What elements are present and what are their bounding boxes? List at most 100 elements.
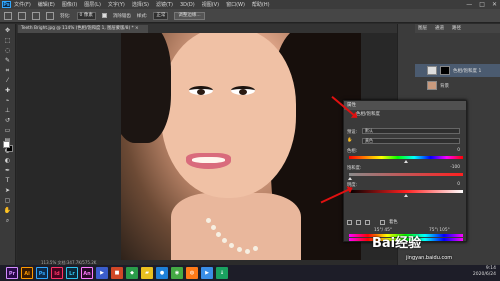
menu-filter[interactable]: 滤镜(T) (156, 1, 173, 8)
tools-panel: ✥ ⬚ ◌ ✎ ⌗ ⁄ ✚ ⌁ ⊥ ↺ ▭ ▤ ● ◐ ✒ T ➤ ▢ ✋ ⌕ (0, 24, 16, 265)
properties-panel: 属性 色相/饱和度 预设: 默认 ✋ 黄色 色相: 0 饱和度: -100 明度… (343, 100, 467, 242)
history-brush-icon[interactable]: ↺ (3, 117, 13, 124)
lasso-tool-icon[interactable]: ◌ (3, 47, 13, 54)
mask-thumbnail (440, 66, 450, 75)
shape-tool-icon[interactable]: ▢ (3, 197, 13, 204)
hue-slider-thumb[interactable] (404, 160, 408, 163)
new-selection-icon[interactable] (18, 11, 26, 20)
pearl (211, 225, 216, 230)
tab-paths[interactable]: 路径 (452, 24, 461, 33)
layers-panel-tabs: 图层 通道 路径 (415, 24, 500, 33)
media-player-icon[interactable]: ▶ (96, 267, 108, 279)
eyedropper-plus-icon[interactable] (356, 219, 361, 225)
quick-select-icon[interactable]: ✎ (3, 57, 13, 64)
taskbar: Pr Ai Ps Id Lr An ▶ ■ ◆ ▰ ● ◉ ◍ ▶ ↓ (0, 265, 500, 281)
illustrator-icon[interactable]: Ai (21, 267, 33, 279)
close-button[interactable]: ✕ (492, 1, 497, 8)
chat-app-icon[interactable]: ◆ (126, 267, 138, 279)
premiere-icon[interactable]: Pr (6, 267, 18, 279)
feather-label: 羽化: (60, 13, 71, 19)
menu-window[interactable]: 窗口(W) (226, 1, 245, 8)
path-select-icon[interactable]: ➤ (3, 187, 13, 194)
tab-layers[interactable]: 图层 (418, 24, 427, 33)
menu-file[interactable]: 文件(F) (14, 1, 31, 8)
document-tab[interactable]: Teeth Bright.jpg @ 114% (色相/饱和度 1, 图层蒙版/… (18, 25, 148, 33)
menu-type[interactable]: 文字(Y) (108, 1, 125, 8)
lightroom-icon[interactable]: Lr (66, 267, 78, 279)
hair-left (121, 33, 171, 143)
photoshop-icon[interactable]: Ps (36, 267, 48, 279)
marquee-tool-icon[interactable] (4, 11, 12, 20)
hue-slider-track[interactable] (349, 156, 463, 159)
eyedropper-icon[interactable] (347, 219, 352, 225)
lightness-slider-track[interactable] (349, 190, 463, 193)
channel-select[interactable]: 黄色 (362, 138, 460, 144)
preset-label: 预设: (347, 130, 358, 135)
add-selection-icon[interactable] (32, 11, 40, 20)
menu-help[interactable]: 帮助(H) (252, 1, 270, 8)
menu-layer[interactable]: 图层(L) (84, 1, 101, 8)
eyedropper-minus-icon[interactable] (365, 219, 370, 225)
antialias-checkbox[interactable] (101, 13, 107, 18)
system-clock[interactable]: 9:14 2020/6/24 (473, 266, 496, 278)
healing-brush-icon[interactable]: ✚ (3, 87, 13, 94)
colorize-checkbox[interactable] (380, 219, 385, 225)
lightness-slider-thumb[interactable] (404, 194, 408, 197)
menu-image[interactable]: 图像(I) (62, 1, 77, 8)
firefox-icon[interactable]: ◍ (186, 267, 198, 279)
subtract-selection-icon[interactable] (46, 11, 54, 20)
menu-bar: Ps 文件(F) 编辑(E) 图像(I) 图层(L) 文字(Y) 选择(S) 滤… (0, 0, 500, 9)
style-select[interactable]: 正常 (153, 11, 169, 20)
eyedropper-icon[interactable]: ⁄ (3, 77, 13, 84)
crop-tool-icon[interactable]: ⌗ (3, 67, 13, 74)
pearl (237, 247, 242, 252)
menu-view[interactable]: 视图(V) (202, 1, 219, 8)
lightness-value[interactable]: 0 (457, 182, 460, 187)
feather-field[interactable]: 0 像素 (76, 11, 96, 20)
saturation-value[interactable]: -100 (450, 165, 460, 170)
saturation-slider-track[interactable] (349, 173, 463, 176)
photo-canvas[interactable] (121, 33, 361, 260)
move-tool-icon[interactable]: ✥ (3, 27, 13, 34)
refine-edge-button[interactable]: 调整边缘... (174, 11, 205, 20)
document-tab-bar: Teeth Bright.jpg @ 114% (色相/饱和度 1, 图层蒙版/… (17, 24, 397, 33)
pen-tool-icon[interactable]: ✒ (3, 167, 13, 174)
minimize-button[interactable]: — (466, 1, 472, 8)
maximize-button[interactable]: □ (479, 1, 485, 8)
file-explorer-icon[interactable]: ▰ (141, 267, 153, 279)
marquee-tool-icon[interactable]: ⬚ (3, 37, 13, 44)
preset-select[interactable]: 默认 (362, 128, 460, 134)
animate-icon[interactable]: An (81, 267, 93, 279)
presentation-app-icon[interactable]: ■ (111, 267, 123, 279)
brush-tool-icon[interactable]: ⌁ (3, 97, 13, 104)
baidu-watermark: Bai经验 (372, 236, 422, 251)
hue-value[interactable]: 0 (457, 148, 460, 153)
foreground-color-swatch[interactable] (3, 141, 10, 148)
adjustment-thumbnail (427, 66, 437, 75)
dodge-tool-icon[interactable]: ◐ (3, 157, 13, 164)
menu-select[interactable]: 选择(S) (132, 1, 149, 8)
menu-3d[interactable]: 3D(D) (180, 2, 195, 8)
chrome-icon[interactable]: ◉ (171, 267, 183, 279)
document-area (17, 33, 397, 260)
pearl (216, 232, 221, 237)
tab-channels[interactable]: 通道 (435, 24, 444, 33)
saturation-slider-thumb[interactable] (348, 177, 352, 180)
layer-row-background[interactable]: 背景 (415, 79, 500, 92)
browser-icon[interactable]: ● (156, 267, 168, 279)
clock-date: 2020/6/24 (472, 272, 496, 277)
stamp-tool-icon[interactable]: ⊥ (3, 107, 13, 114)
indesign-icon[interactable]: Id (51, 267, 63, 279)
layer-row-adjustment[interactable]: 色相/饱和度 1 (415, 64, 500, 77)
download-app-icon[interactable]: ↓ (216, 267, 228, 279)
eraser-tool-icon[interactable]: ▭ (3, 127, 13, 134)
type-tool-icon[interactable]: T (3, 177, 13, 184)
menu-edit[interactable]: 编辑(E) (38, 1, 55, 8)
video-app-icon[interactable]: ▶ (201, 267, 213, 279)
eyedropper-row: 着色 (347, 218, 465, 226)
pearl (245, 249, 250, 254)
zoom-tool-icon[interactable]: ⌕ (3, 217, 13, 224)
hand-tool-icon[interactable]: ✋ (3, 207, 13, 214)
photo-thumbnail (427, 81, 437, 90)
hand-icon[interactable]: ✋ (347, 138, 352, 143)
